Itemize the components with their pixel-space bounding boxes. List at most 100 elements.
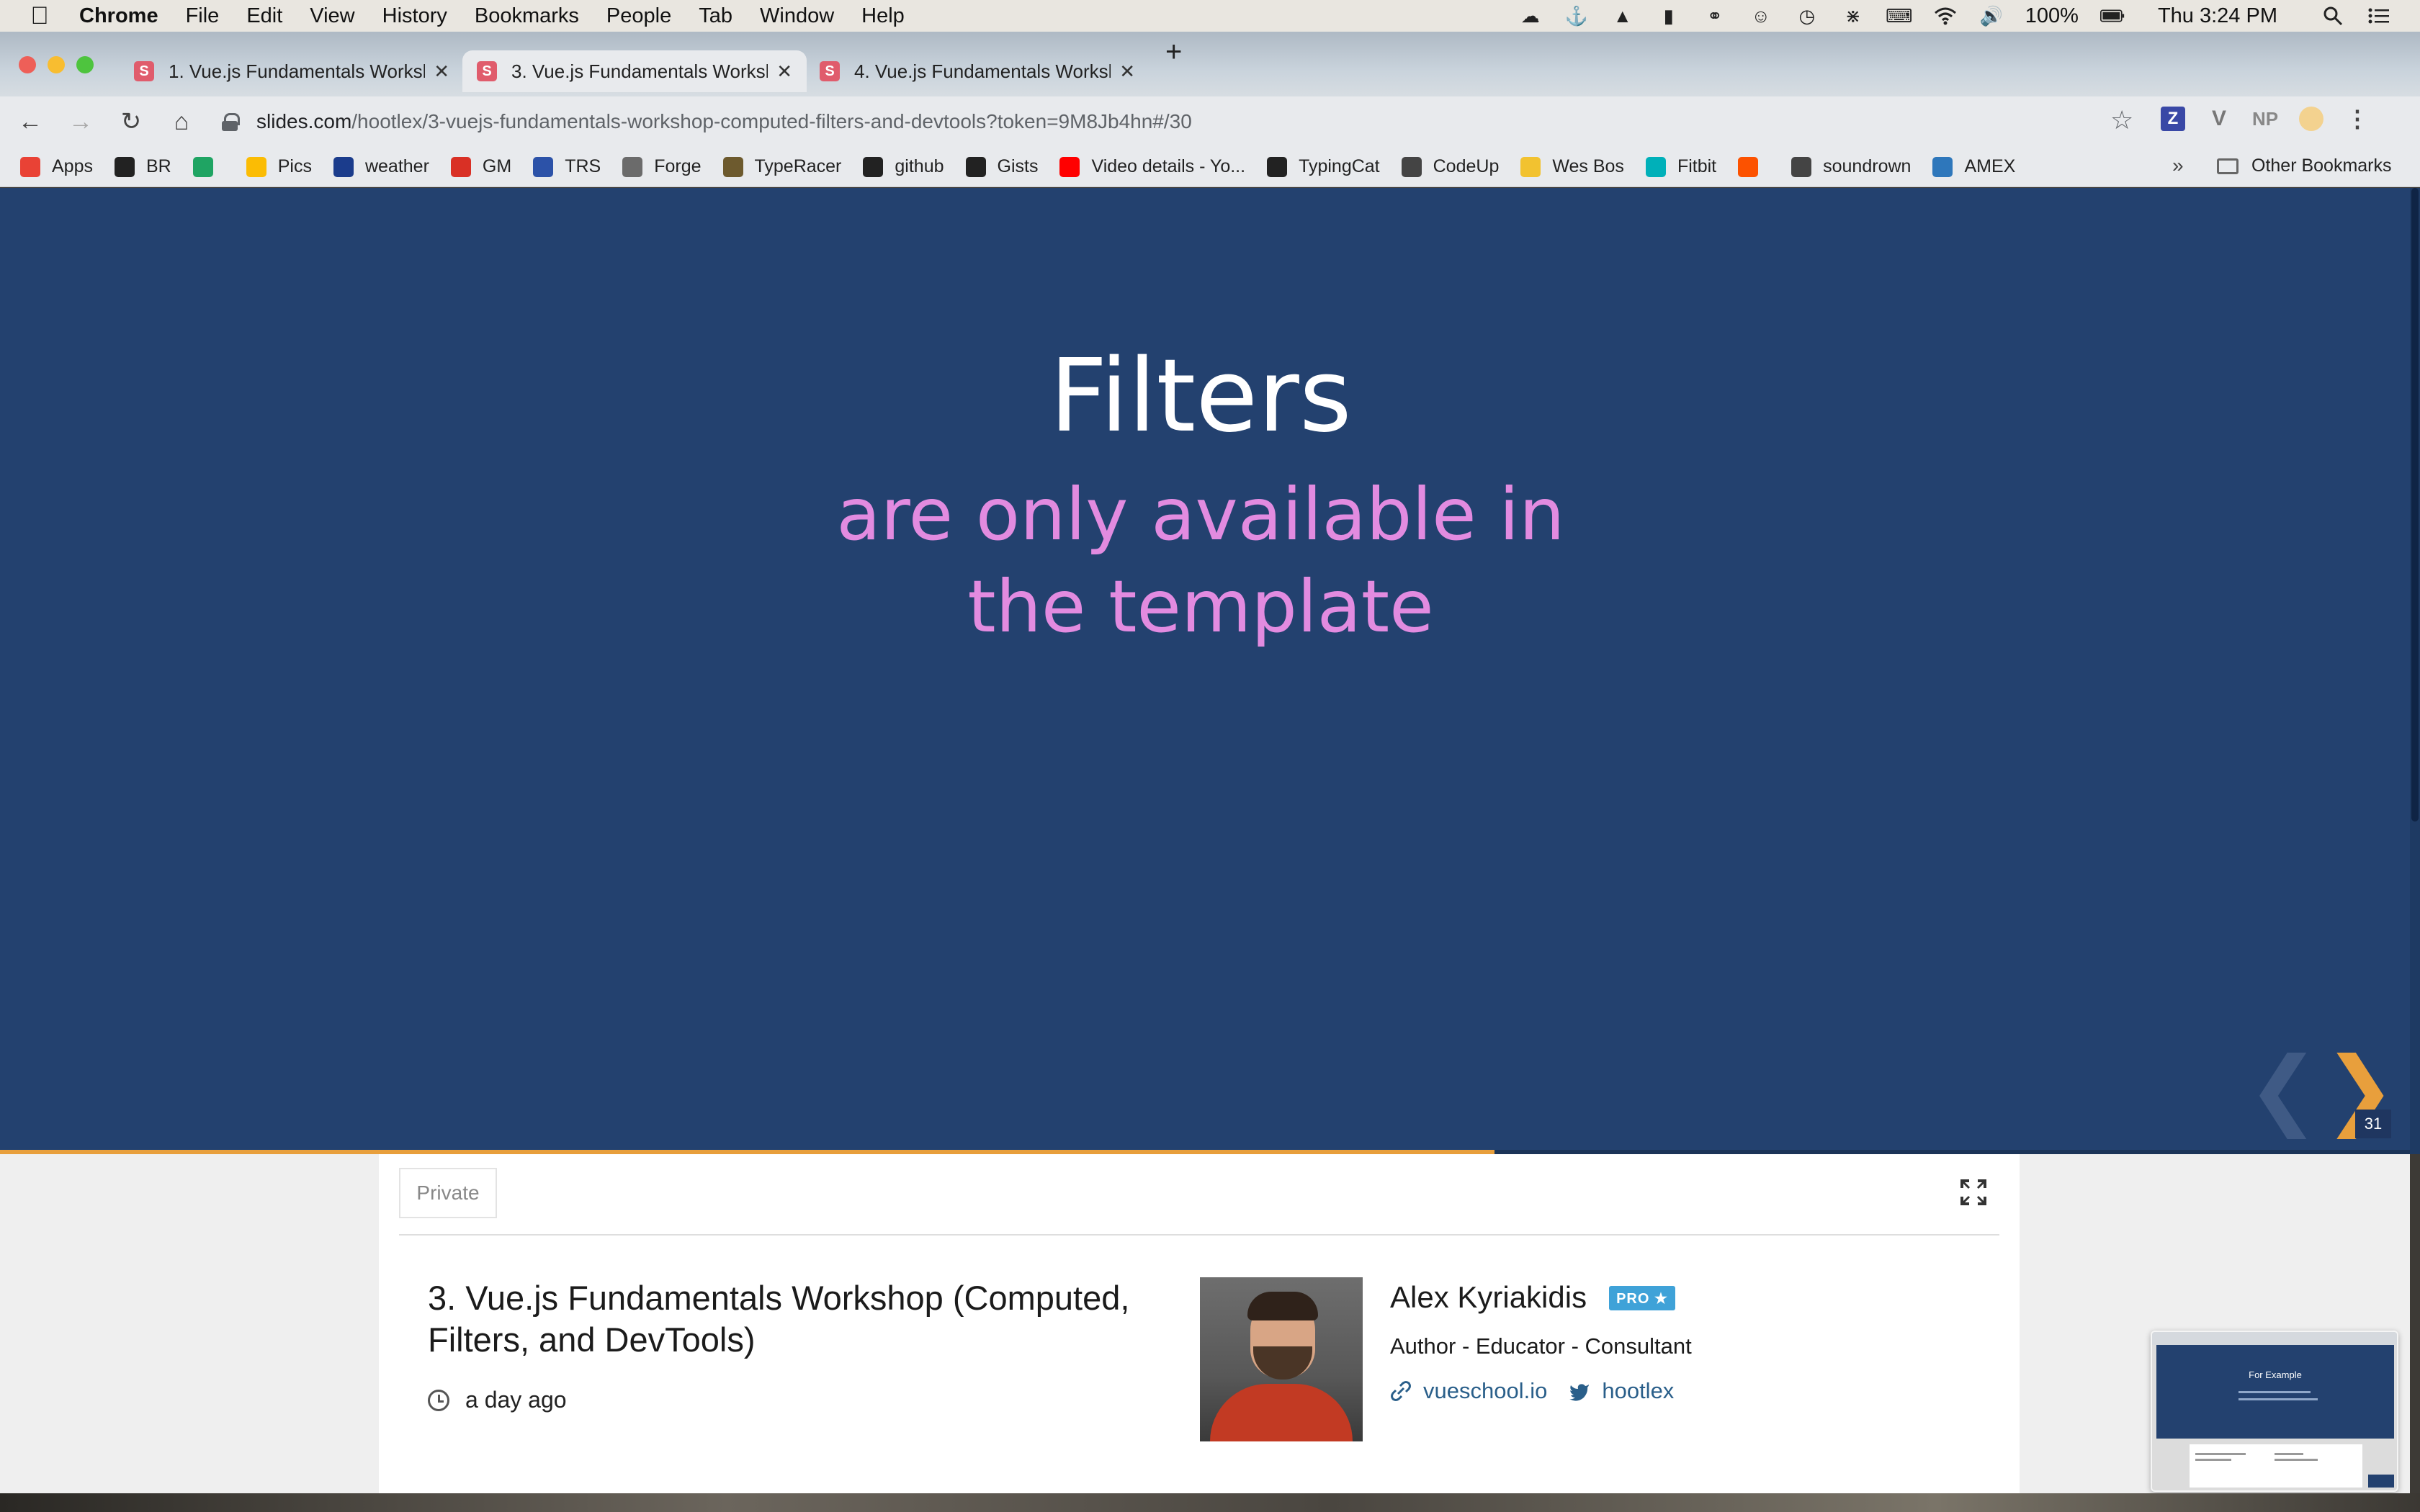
close-window-button[interactable] (19, 56, 36, 73)
tab-2-active[interactable]: S 3. Vue.js Fundamentals Worksh ✕ (462, 50, 807, 92)
zoom-window-button[interactable] (76, 56, 94, 73)
weather-channel-icon (333, 156, 354, 177)
spotlight-search-icon[interactable] (2321, 6, 2345, 26)
menu-window[interactable]: Window (760, 4, 834, 28)
bookmark-item[interactable] (1738, 156, 1770, 177)
reload-button[interactable]: ↻ (111, 107, 151, 136)
bookmark-item[interactable]: soundrown (1791, 156, 1911, 177)
bookmarks-overflow-button[interactable]: » (2172, 154, 2184, 177)
back-button[interactable]: ← (10, 108, 50, 136)
crown-icon (1520, 156, 1541, 177)
battery-icon[interactable] (2099, 6, 2125, 26)
deck-title: 3. Vue.js Fundamentals Workshop (Compute… (428, 1279, 1130, 1359)
slide-scrollbar-thumb[interactable] (2411, 188, 2419, 822)
accessibility-icon[interactable]: ☺ (1749, 5, 1773, 27)
creative-cloud-icon[interactable]: ☁ (1518, 5, 1543, 27)
bookmark-item[interactable]: weather (333, 156, 429, 177)
bookmark-label: TRS (565, 156, 601, 176)
google-drive-icon (192, 156, 213, 177)
volume-icon[interactable]: 🔊 (1979, 5, 2004, 27)
apple-menu-icon[interactable]:  (0, 2, 79, 30)
glasses-icon[interactable]: ⚭ (1703, 5, 1727, 27)
menu-view[interactable]: View (310, 4, 354, 28)
bookmark-item[interactable]: github (863, 156, 944, 177)
bookmark-item[interactable]: Fitbit (1645, 156, 1716, 177)
strava-icon (1738, 156, 1759, 177)
bookmark-item[interactable]: Pics (246, 156, 312, 177)
browser-toolbar: ← → ↻ ⌂ slides.com/hootlex/3-vuejs-funda… (0, 96, 2420, 147)
other-bookmarks-label: Other Bookmarks (2251, 156, 2392, 176)
menu-history[interactable]: History (382, 4, 447, 28)
slide-title: Filters (1049, 338, 1352, 455)
menu-bookmarks[interactable]: Bookmarks (475, 4, 579, 28)
bookmark-item[interactable]: TypeRacer (722, 156, 841, 177)
bookmark-item[interactable]: Wes Bos (1520, 156, 1624, 177)
bookmark-label: GM (482, 156, 512, 176)
bookmark-item[interactable]: AMEX (1932, 156, 2015, 177)
address-bar[interactable]: slides.com/hootlex/3-vuejs-fundamentals-… (202, 104, 2132, 140)
minimize-window-button[interactable] (48, 56, 65, 73)
author-name[interactable]: Alex Kyriakidis (1390, 1280, 1587, 1315)
fullscreen-icon[interactable] (1959, 1178, 1988, 1207)
tab-1[interactable]: S 1. Vue.js Fundamentals Worksh ✕ (120, 50, 464, 92)
docker-icon[interactable]: ⚓ (1564, 5, 1589, 27)
home-button[interactable]: ⌂ (161, 108, 202, 136)
other-bookmarks-folder[interactable]: Other Bookmarks (2217, 156, 2392, 176)
tab-close-icon[interactable]: ✕ (1119, 60, 1135, 83)
privacy-badge[interactable]: Private (399, 1168, 497, 1218)
twitter-link[interactable]: hootlex (1569, 1378, 1674, 1404)
vue-devtools-extension-icon[interactable]: V (2207, 107, 2231, 131)
slides-favicon-icon: S (820, 61, 840, 81)
bookmark-item[interactable] (192, 156, 225, 177)
z-extension-icon[interactable]: Z (2161, 107, 2185, 131)
twitter-icon (1569, 1384, 1590, 1401)
vectorworks-icon[interactable]: ▲ (1610, 5, 1635, 27)
bookmark-label: CodeUp (1433, 156, 1500, 176)
profile-avatar-icon[interactable] (2299, 107, 2323, 131)
forward-button[interactable]: → (60, 108, 101, 136)
lock-icon[interactable] (222, 113, 240, 131)
previous-slide-arrow-icon[interactable]: ❮ (2247, 1046, 2320, 1133)
menu-file[interactable]: File (186, 4, 220, 28)
menu-help[interactable]: Help (861, 4, 905, 28)
tab-close-icon[interactable]: ✕ (434, 60, 449, 83)
bookmark-item[interactable]: TRS (533, 156, 601, 177)
gmail-icon (450, 156, 471, 177)
menu-app-chrome[interactable]: Chrome (79, 4, 158, 28)
bookmark-item[interactable]: CodeUp (1401, 156, 1500, 177)
bookmark-label: Forge (654, 156, 702, 176)
menu-people[interactable]: People (606, 4, 671, 28)
bookmark-item[interactable]: Forge (622, 156, 702, 177)
wifi-icon[interactable] (1933, 6, 1958, 26)
istat-icon[interactable]: ▮ (1657, 5, 1681, 27)
keyboard-icon[interactable]: ⌨ (1886, 5, 1913, 27)
menubar-clock[interactable]: Thu 3:24 PM (2158, 4, 2277, 28)
bookmark-item[interactable]: GM (450, 156, 512, 177)
bookmark-item[interactable]: Video details - Yo... (1059, 156, 1245, 177)
presentation-slide[interactable]: Filters are only available in the templa… (0, 188, 2410, 1154)
author-avatar[interactable] (1200, 1277, 1363, 1441)
bookmark-label: BR (145, 156, 171, 176)
globe-icon (1791, 156, 1812, 177)
folder-icon (2217, 158, 2238, 174)
notification-center-icon[interactable] (2367, 6, 2391, 26)
tab-3[interactable]: S 4. Vue.js Fundamentals Worksh ✕ (805, 50, 1150, 92)
chrome-menu-icon[interactable]: ⋮ (2345, 106, 2370, 132)
website-link[interactable]: vueschool.io (1390, 1378, 1547, 1404)
bookmark-item[interactable]: BR (114, 156, 171, 177)
bookmark-label: github (895, 156, 944, 176)
slide-preview-thumbnail[interactable]: For Example (2151, 1331, 2398, 1492)
np-extension-icon[interactable]: NP (2252, 107, 2278, 131)
bookmark-star-icon[interactable]: ☆ (2110, 105, 2133, 135)
menu-edit[interactable]: Edit (246, 4, 282, 28)
url-path: /hootlex/3-vuejs-fundamentals-workshop-c… (351, 110, 1192, 132)
tab-close-icon[interactable]: ✕ (776, 60, 792, 83)
menu-tab[interactable]: Tab (699, 4, 732, 28)
time-machine-icon[interactable]: ◷ (1795, 5, 1819, 27)
bookmark-item[interactable]: TypingCat (1267, 156, 1380, 177)
bookmark-label: AMEX (1964, 156, 2016, 176)
slide-subtitle: are only available in the template (836, 472, 1565, 649)
bookmark-item[interactable]: Apps (20, 156, 93, 177)
bluetooth-icon[interactable]: ⋇ (1841, 5, 1865, 27)
bookmark-item[interactable]: Gists (965, 156, 1038, 177)
